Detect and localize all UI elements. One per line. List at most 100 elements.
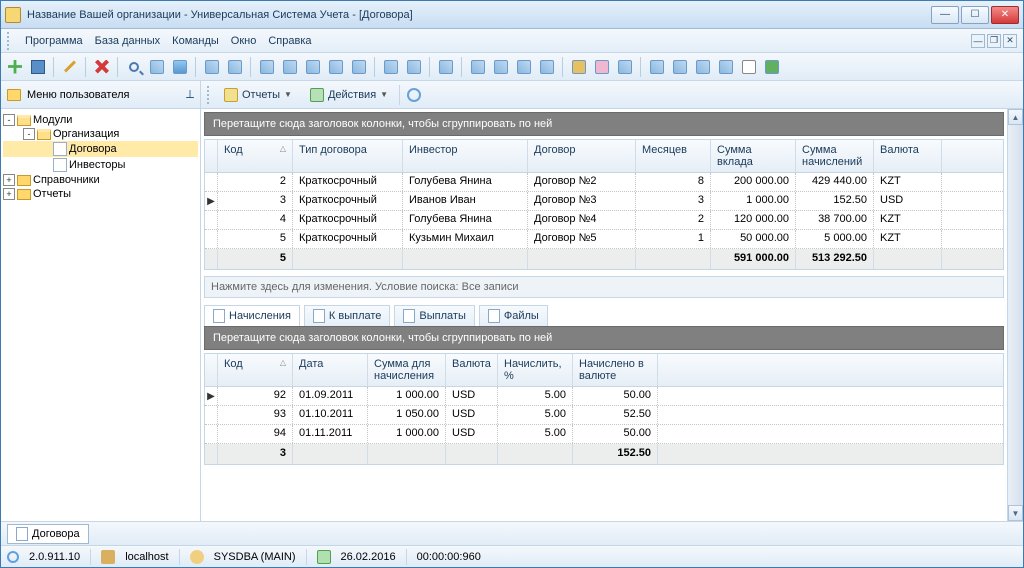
book-button[interactable] <box>739 57 759 77</box>
menu-window[interactable]: Окно <box>231 35 257 47</box>
scroll-up-icon[interactable]: ▲ <box>1008 109 1023 125</box>
mdi-close-button[interactable]: ✕ <box>1003 34 1017 48</box>
pin-icon[interactable]: ⟂ <box>186 87 194 102</box>
col-type[interactable]: Тип договора <box>293 140 403 172</box>
col-currency[interactable]: Валюта <box>874 140 942 172</box>
col-code[interactable]: Код△ <box>218 140 293 172</box>
tool-8[interactable] <box>381 57 401 77</box>
folder-icon <box>7 89 21 101</box>
taskbar-tab-contracts[interactable]: Договора <box>7 524 89 544</box>
col-investor[interactable]: Инвестор <box>403 140 528 172</box>
play-button[interactable] <box>716 57 736 77</box>
table-row[interactable]: ▶3КраткосрочныйИванов ИванДоговор №331 0… <box>205 192 1003 211</box>
table-row[interactable]: ▶9201.09.20111 000.00USD5.0050.00 <box>205 387 1003 406</box>
tool-6[interactable] <box>326 57 346 77</box>
groupbar-detail[interactable]: Перетащите сюда заголовок колонки, чтобы… <box>204 326 1004 350</box>
tool-2[interactable] <box>225 57 245 77</box>
delete-button[interactable] <box>92 57 112 77</box>
tool-13[interactable] <box>514 57 534 77</box>
col-contract[interactable]: Договор <box>528 140 636 172</box>
tool-9[interactable] <box>404 57 424 77</box>
tool-12[interactable] <box>491 57 511 77</box>
minimize-button[interactable]: — <box>931 6 959 24</box>
sidebar-title: Меню пользователя <box>27 89 129 101</box>
tool-10[interactable] <box>436 57 456 77</box>
mdi-restore-button[interactable]: ❐ <box>987 34 1001 48</box>
table-row[interactable]: 2КраткосрочныйГолубева ЯнинаДоговор №282… <box>205 173 1003 192</box>
main-toolbar <box>1 53 1023 81</box>
groupbar-top[interactable]: Перетащите сюда заголовок колонки, чтобы… <box>204 112 1004 136</box>
col2-pct[interactable]: Начислить, % <box>498 354 573 386</box>
tab-payments[interactable]: Выплаты <box>394 305 474 326</box>
grid2-summary: 3 152.50 <box>205 444 1003 464</box>
scroll-down-icon[interactable]: ▼ <box>1008 505 1023 521</box>
edit-button[interactable] <box>60 57 80 77</box>
filter-bar[interactable]: Нажмите здесь для изменения. Условие пои… <box>204 276 1004 298</box>
tree-node-modules[interactable]: -Модули <box>3 113 198 127</box>
tab-topay[interactable]: К выплате <box>304 305 391 326</box>
table-row[interactable]: 4КраткосрочныйГолубева ЯнинаДоговор №421… <box>205 211 1003 230</box>
copy-button[interactable] <box>28 57 48 77</box>
sidebar-header: Меню пользователя ⟂ <box>1 81 201 108</box>
tree-node-contracts[interactable]: Договора <box>3 141 198 157</box>
mdi-minimize-button[interactable]: — <box>971 34 985 48</box>
close-button[interactable]: ✕ <box>991 6 1019 24</box>
tool-11[interactable] <box>468 57 488 77</box>
actions-handle[interactable] <box>207 86 213 104</box>
table-row[interactable]: 5КраткосрочныйКузьмин МихаилДоговор №515… <box>205 230 1003 249</box>
users-button[interactable] <box>592 57 612 77</box>
tool-15[interactable] <box>615 57 635 77</box>
tree-node-investors[interactable]: Инвесторы <box>3 157 198 173</box>
tool-3[interactable] <box>257 57 277 77</box>
menu-program[interactable]: Программа <box>25 35 83 47</box>
status-version: 2.0.911.10 <box>29 551 80 563</box>
table-row[interactable]: 9301.10.20111 050.00USD5.0052.50 <box>205 406 1003 425</box>
tab-files[interactable]: Файлы <box>479 305 548 326</box>
col2-sum[interactable]: Сумма для начисления <box>368 354 446 386</box>
tool-4[interactable] <box>280 57 300 77</box>
calendar-icon <box>317 550 331 564</box>
window-title: Название Вашей организации - Универсальн… <box>27 9 931 21</box>
funnel-button[interactable] <box>170 57 190 77</box>
col2-date[interactable]: Дата <box>293 354 368 386</box>
detail-tabs: Начисления К выплате Выплаты Файлы <box>204 305 1004 326</box>
quickfilter-button[interactable] <box>147 57 167 77</box>
vscrollbar[interactable]: ▲ ▼ <box>1007 109 1023 521</box>
lock-button[interactable] <box>569 57 589 77</box>
taskbar: Договора <box>1 521 1023 545</box>
tool-14[interactable] <box>537 57 557 77</box>
tool-5[interactable] <box>303 57 323 77</box>
maximize-button[interactable]: ☐ <box>961 6 989 24</box>
tool-7[interactable] <box>349 57 369 77</box>
clock-button[interactable] <box>404 85 424 105</box>
col2-currency[interactable]: Валюта <box>446 354 498 386</box>
server-icon <box>101 550 115 564</box>
col-accrual[interactable]: Сумма начислений <box>796 140 874 172</box>
calc-button[interactable] <box>647 57 667 77</box>
tool-1[interactable] <box>202 57 222 77</box>
menu-commands[interactable]: Команды <box>172 35 219 47</box>
reports-dropdown[interactable]: Отчеты▼ <box>217 85 299 105</box>
col-months[interactable]: Месяцев <box>636 140 711 172</box>
tree-node-organization[interactable]: -Организация <box>3 127 198 141</box>
menu-database[interactable]: База данных <box>95 35 161 47</box>
menu-help[interactable]: Справка <box>268 35 311 47</box>
add-button[interactable] <box>5 57 25 77</box>
calendar-button[interactable] <box>670 57 690 77</box>
tree-node-reports[interactable]: +Отчеты <box>3 187 198 201</box>
menubar: Программа База данных Команды Окно Справ… <box>1 29 1023 53</box>
actions-dropdown[interactable]: Действия▼ <box>303 85 395 105</box>
tab-accruals[interactable]: Начисления <box>204 305 300 326</box>
grid2-header: Код△ Дата Сумма для начисления Валюта На… <box>205 354 1003 387</box>
menubar-handle[interactable] <box>7 32 13 50</box>
status-host: localhost <box>125 551 168 563</box>
document-icon <box>16 527 28 541</box>
print-button[interactable] <box>693 57 713 77</box>
search-button[interactable] <box>124 57 144 77</box>
refresh-button[interactable] <box>762 57 782 77</box>
col-deposit[interactable]: Сумма вклада <box>711 140 796 172</box>
col2-code[interactable]: Код△ <box>218 354 293 386</box>
table-row[interactable]: 9401.11.20111 000.00USD5.0050.00 <box>205 425 1003 444</box>
col2-accrued[interactable]: Начислено в валюте <box>573 354 658 386</box>
tree-node-references[interactable]: +Справочники <box>3 173 198 187</box>
